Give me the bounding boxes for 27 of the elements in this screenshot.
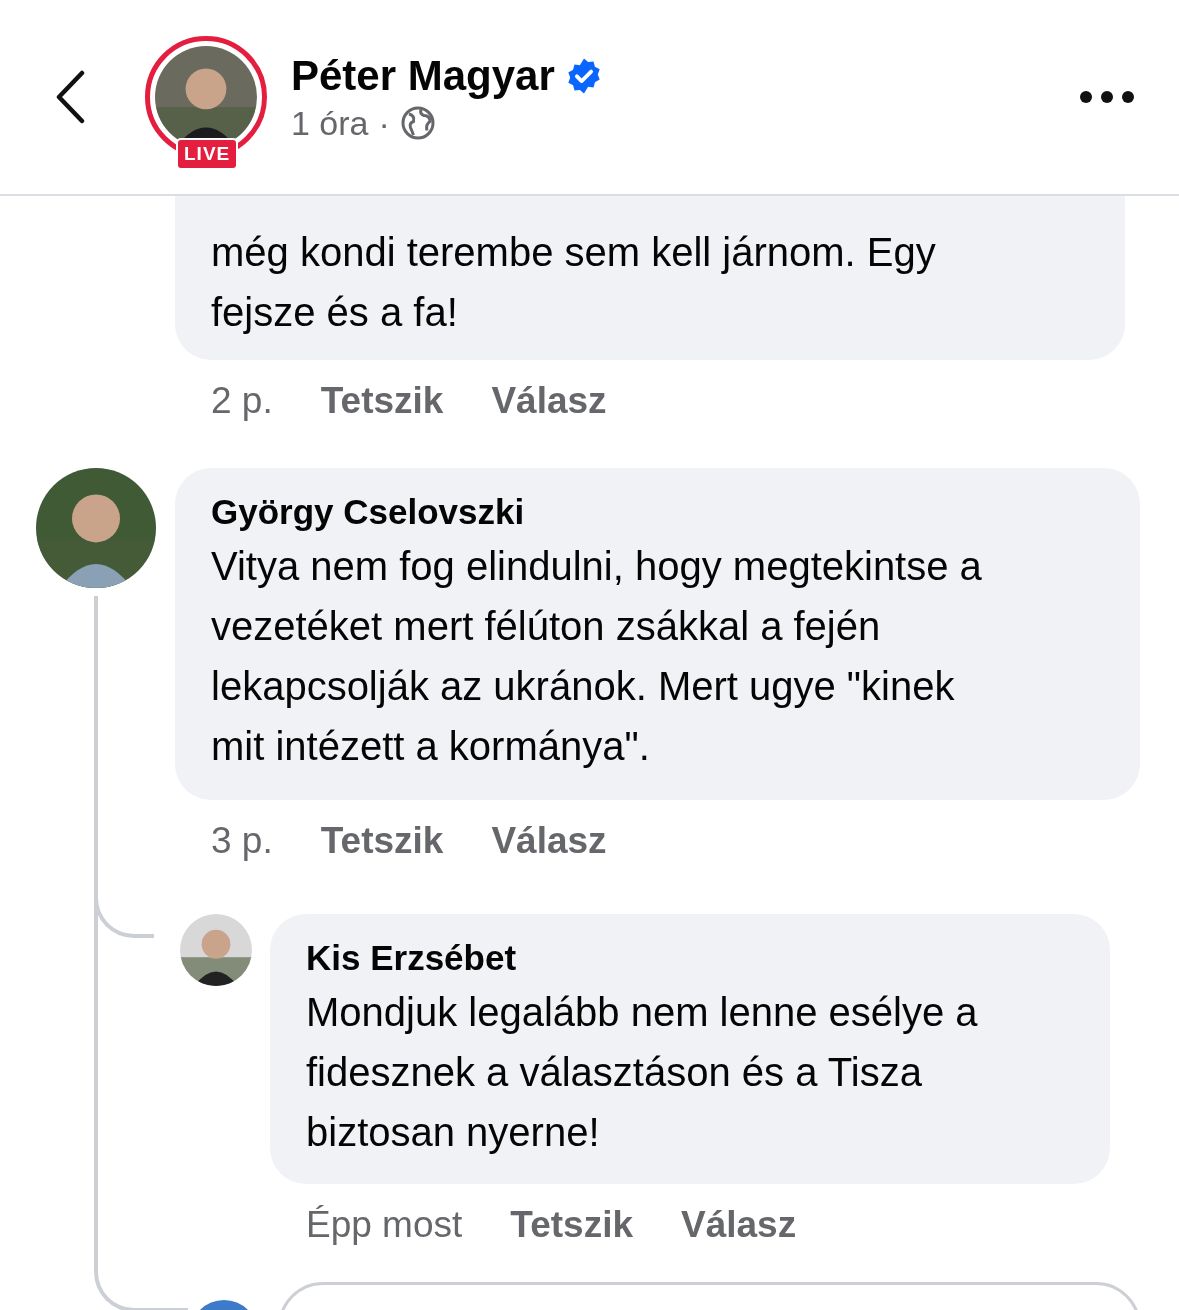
reply-button[interactable]: Válasz <box>491 380 607 422</box>
globe-icon <box>399 105 436 141</box>
like-button[interactable]: Tetszik <box>510 1204 633 1246</box>
comment-text: lekapcsolják az ukránok. Mert ugye "kinek <box>211 663 956 710</box>
comment-text: Mondjuk legalább nem lenne esélye a <box>306 989 979 1036</box>
separator-dot: · <box>378 103 390 143</box>
reply-button[interactable]: Válasz <box>681 1204 797 1246</box>
comment-time: 2 p. <box>211 380 273 422</box>
comment-text: biztosan nyerne! <box>306 1109 601 1156</box>
like-button[interactable]: Tetszik <box>320 380 444 422</box>
comment-text: még kondi terembe sem kell járnom. Egy <box>211 229 937 276</box>
comment-time: 3 p. <box>211 820 273 862</box>
reply-button[interactable]: Válasz <box>491 820 607 862</box>
comment-text: fidesznek a választáson és a Tisza <box>306 1049 923 1096</box>
like-button[interactable]: Tetszik <box>320 820 444 862</box>
comment-text: Vitya nem fog elindulni, hogy megtekintse a <box>211 543 983 590</box>
comment-time: Épp most <box>306 1204 463 1246</box>
more-options-icon[interactable] <box>1079 90 1135 104</box>
comment-author[interactable]: György Cselovszki <box>211 490 1104 534</box>
post-time: 1 óra <box>291 103 369 143</box>
comment-text: vezetéket mert félúton zsákkal a fején <box>211 603 882 650</box>
live-badge: LIVE <box>176 138 239 170</box>
back-icon[interactable] <box>55 70 85 124</box>
comment-text: fejsze és a fa! <box>211 289 459 336</box>
page-name[interactable]: Péter Magyar <box>291 51 555 100</box>
comment-author[interactable]: Kis Erzsébet <box>306 936 1074 980</box>
comment-text: mit intézett a kormánya". <box>211 723 651 770</box>
